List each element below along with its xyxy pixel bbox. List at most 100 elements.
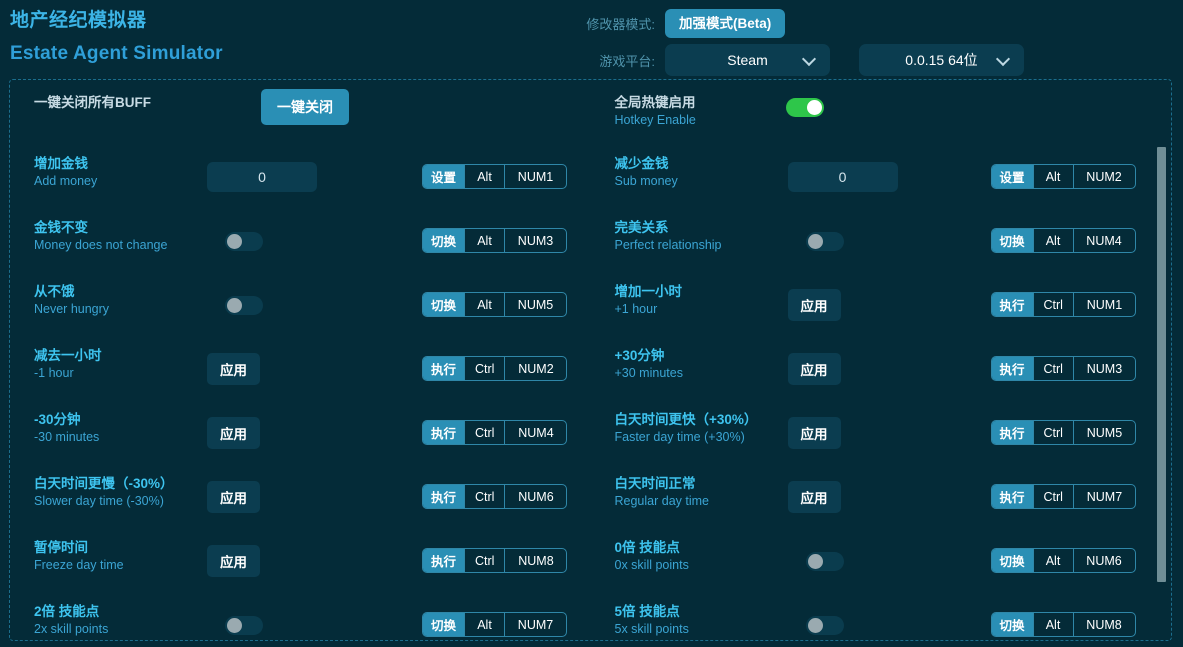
hotkey-group[interactable]: 执行CtrlNUM8 [422, 548, 567, 573]
cheat-row: 减少金钱Sub money设置AltNUM2 [591, 145, 1172, 209]
hotkey-group[interactable]: 切换AltNUM6 [991, 548, 1136, 573]
cheat-control-area [207, 209, 407, 273]
cheat-toggle[interactable] [806, 232, 844, 251]
cheat-label-en: -30 minutes [34, 429, 99, 446]
apply-button[interactable]: 应用 [788, 353, 841, 385]
hotkey-key[interactable]: NUM2 [1073, 165, 1135, 188]
cheat-toggle[interactable] [225, 232, 263, 251]
toggle-wrapper [788, 232, 844, 251]
hotkey-modifier[interactable]: Alt [1033, 229, 1073, 252]
apply-button[interactable]: 应用 [207, 545, 260, 577]
close-all-cell: 一键关闭所有BUFF 一键关闭 [10, 93, 591, 145]
panel-scrollbar-thumb[interactable] [1157, 147, 1166, 582]
hotkey-key[interactable]: NUM8 [1073, 613, 1135, 636]
cheat-toggle[interactable] [225, 296, 263, 315]
hotkey-enable-label-cn: 全局热键启用 [615, 93, 696, 112]
hotkey-group[interactable]: 切换AltNUM8 [991, 612, 1136, 637]
mode-row: 修改器模式: 加强模式(Beta) [580, 6, 1180, 40]
apply-button[interactable]: 应用 [788, 417, 841, 449]
cheat-label-en: +1 hour [615, 301, 683, 318]
hotkey-group[interactable]: 执行CtrlNUM7 [991, 484, 1136, 509]
cheat-label-en: Regular day time [615, 493, 710, 510]
cheat-row: +30分钟+30 minutes应用执行CtrlNUM3 [591, 337, 1172, 401]
cheat-labels: 增加金钱Add money [34, 154, 97, 190]
cheat-control-area [207, 145, 407, 209]
hotkey-key[interactable]: NUM5 [504, 293, 566, 316]
cheat-toggle[interactable] [806, 552, 844, 571]
cheat-row: 金钱不变Money does not change切换AltNUM3 [10, 209, 591, 273]
cheat-toggle[interactable] [806, 616, 844, 635]
hotkey-key[interactable]: NUM7 [1073, 485, 1135, 508]
hotkey-modifier[interactable]: Ctrl [1033, 485, 1073, 508]
cheat-control-area: 应用 [207, 337, 407, 401]
hotkey-group[interactable]: 切换AltNUM5 [422, 292, 567, 317]
hotkey-key[interactable]: NUM3 [504, 229, 566, 252]
hotkey-key[interactable]: NUM2 [504, 357, 566, 380]
hotkey-modifier[interactable]: Ctrl [464, 485, 504, 508]
hotkey-action-label: 执行 [423, 549, 464, 572]
cheat-row-pair: 从不饿Never hungry切换AltNUM5增加一小时+1 hour应用执行… [10, 273, 1171, 337]
panel-scrollbar[interactable] [1157, 81, 1169, 639]
hotkey-group[interactable]: 设置AltNUM2 [991, 164, 1136, 189]
hotkey-modifier[interactable]: Alt [464, 165, 504, 188]
hotkey-modifier[interactable]: Alt [464, 613, 504, 636]
cheat-label-cn: 白天时间更快（+30%） [615, 410, 758, 429]
close-all-buffs-button[interactable]: 一键关闭 [261, 89, 349, 125]
hotkey-key[interactable]: NUM6 [504, 485, 566, 508]
hotkey-key[interactable]: NUM7 [504, 613, 566, 636]
apply-button[interactable]: 应用 [207, 353, 260, 385]
hotkey-key[interactable]: NUM4 [504, 421, 566, 444]
value-input[interactable] [788, 162, 898, 192]
hotkey-group[interactable]: 切换AltNUM3 [422, 228, 567, 253]
apply-button[interactable]: 应用 [788, 289, 841, 321]
hotkey-group[interactable]: 切换AltNUM4 [991, 228, 1136, 253]
cheat-label-en: Slower day time (-30%) [34, 493, 174, 510]
cheat-toggle[interactable] [225, 616, 263, 635]
hotkey-group[interactable]: 执行CtrlNUM3 [991, 356, 1136, 381]
cheat-row-pair: 增加金钱Add money 设置AltNUM1 减少金钱Sub money设置Alt… [10, 145, 1171, 209]
cheat-labels: -30分钟-30 minutes [34, 410, 99, 446]
hotkey-key[interactable]: NUM1 [1073, 293, 1135, 316]
hotkey-enable-toggle[interactable] [786, 98, 824, 117]
mode-label: 修改器模式: [580, 14, 665, 33]
toggle-knob [807, 100, 822, 115]
cheat-row: 从不饿Never hungry切换AltNUM5 [10, 273, 591, 337]
hotkey-group[interactable]: 执行CtrlNUM2 [422, 356, 567, 381]
hotkey-key[interactable]: NUM6 [1073, 549, 1135, 572]
hotkey-modifier[interactable]: Alt [1033, 613, 1073, 636]
cheat-labels: 0倍 技能点0x skill points [615, 538, 689, 574]
hotkey-modifier[interactable]: Alt [464, 293, 504, 316]
hotkey-enable-label-en: Hotkey Enable [615, 112, 696, 129]
hotkey-modifier[interactable]: Ctrl [464, 421, 504, 444]
trainer-mode-button[interactable]: 加强模式(Beta) [665, 9, 785, 38]
title-block: 地产经纪模拟器 Estate Agent Simulator [10, 8, 223, 67]
hotkey-group[interactable]: 切换AltNUM7 [422, 612, 567, 637]
hotkey-modifier[interactable]: Ctrl [1033, 293, 1073, 316]
hotkey-modifier[interactable]: Ctrl [464, 549, 504, 572]
version-select[interactable]: 0.0.15 64位 [859, 44, 1024, 76]
hotkey-action-label: 切换 [992, 549, 1033, 572]
hotkey-key[interactable]: NUM3 [1073, 357, 1135, 380]
hotkey-key[interactable]: NUM5 [1073, 421, 1135, 444]
hotkey-key[interactable]: NUM1 [504, 165, 566, 188]
hotkey-modifier[interactable]: Ctrl [1033, 421, 1073, 444]
hotkey-group[interactable]: 执行CtrlNUM4 [422, 420, 567, 445]
cheat-label-cn: 白天时间正常 [615, 474, 710, 493]
platform-select[interactable]: Steam [665, 44, 830, 76]
hotkey-key[interactable]: NUM8 [504, 549, 566, 572]
hotkey-modifier[interactable]: Ctrl [1033, 357, 1073, 380]
cheat-row-pair: -30分钟-30 minutes 应用 执行CtrlNUM4 白天时间更快（+30%）… [10, 401, 1171, 465]
hotkey-group[interactable]: 设置AltNUM1 [422, 164, 567, 189]
hotkey-modifier[interactable]: Ctrl [464, 357, 504, 380]
hotkey-modifier[interactable]: Alt [1033, 549, 1073, 572]
value-input[interactable] [207, 162, 317, 192]
hotkey-group[interactable]: 执行CtrlNUM5 [991, 420, 1136, 445]
apply-button[interactable]: 应用 [788, 481, 841, 513]
hotkey-key[interactable]: NUM4 [1073, 229, 1135, 252]
apply-button[interactable]: 应用 [207, 481, 260, 513]
apply-button[interactable]: 应用 [207, 417, 260, 449]
hotkey-group[interactable]: 执行CtrlNUM6 [422, 484, 567, 509]
hotkey-group[interactable]: 执行CtrlNUM1 [991, 292, 1136, 317]
hotkey-modifier[interactable]: Alt [464, 229, 504, 252]
hotkey-modifier[interactable]: Alt [1033, 165, 1073, 188]
